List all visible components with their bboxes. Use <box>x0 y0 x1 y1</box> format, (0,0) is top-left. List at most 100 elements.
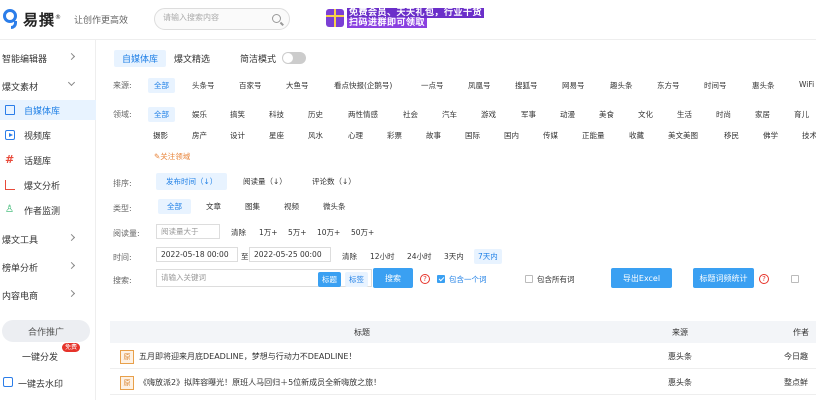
field-chip[interactable]: 动漫 <box>560 109 575 120</box>
field-chip[interactable]: 故事 <box>426 130 441 141</box>
time-opt[interactable]: 7天内 <box>474 249 502 264</box>
field-chip[interactable]: 历史 <box>308 109 323 120</box>
sort-chip[interactable]: 发布时间（↓） <box>156 173 228 190</box>
read-opt[interactable]: 5万+ <box>288 227 307 238</box>
seg-tag[interactable]: 标签 <box>345 272 368 287</box>
field-chip[interactable]: 游戏 <box>481 109 496 120</box>
field-chip[interactable]: 军事 <box>521 109 536 120</box>
source-chip[interactable]: 网易号 <box>562 80 585 91</box>
field-chip[interactable]: 星座 <box>269 130 284 141</box>
table-row[interactable]: 原 《嗨放派2》拟阵容曝光！原班人马回归＋5位新成员全新嗨放之旅！ 惠头条 整点… <box>110 371 816 395</box>
sidebar-item-video-library[interactable]: 视频库 <box>0 125 96 145</box>
field-chip[interactable]: 社会 <box>403 109 418 120</box>
row-title[interactable]: 《嗨放派2》拟阵容曝光！原班人马回归＋5位新成员全新嗨放之旅！ <box>139 377 381 388</box>
simple-mode-toggle[interactable] <box>282 52 307 64</box>
field-chip[interactable]: 彩票 <box>387 130 402 141</box>
remove-watermark[interactable]: 一键去水印 <box>18 377 63 390</box>
field-chip[interactable]: 家居 <box>755 109 770 120</box>
tab-hot-picks[interactable]: 爆文精选 <box>166 50 218 67</box>
sidebar-item-tools[interactable]: 爆文工具 <box>0 229 96 249</box>
field-chip[interactable]: 技术 <box>802 130 816 141</box>
time-start-input[interactable]: 2022-05-18 00:00 <box>156 247 238 262</box>
logo[interactable]: 易撰® <box>2 6 62 32</box>
table-row[interactable]: 原 五月即将迎来月底DEADLINE，梦想与行动力不DEADLINE！ 惠头条 … <box>110 345 816 369</box>
global-search-input[interactable] <box>163 13 263 22</box>
search-button[interactable]: 搜索 <box>373 268 413 288</box>
extra-checkbox[interactable] <box>791 275 799 283</box>
time-end-input[interactable]: 2022-05-25 00:00 <box>249 247 331 262</box>
promo-banner[interactable]: 免费会员、天天礼包，行业干货 扫码进群即可领取 <box>326 6 485 30</box>
help-icon[interactable]: ? <box>759 274 769 284</box>
search-icon[interactable] <box>272 14 281 23</box>
field-chip[interactable]: 科技 <box>269 109 284 120</box>
type-chip[interactable]: 视频 <box>284 201 299 212</box>
field-chip[interactable]: 传媒 <box>543 130 558 141</box>
field-chip[interactable]: 娱乐 <box>192 109 207 120</box>
field-chip[interactable]: 风水 <box>308 130 323 141</box>
type-chip[interactable]: 图集 <box>245 201 260 212</box>
source-chip[interactable]: 头条号 <box>192 80 215 91</box>
field-chip[interactable]: 移民 <box>724 130 739 141</box>
seg-title[interactable]: 标题 <box>318 272 341 287</box>
sidebar-item-topic-library[interactable]: # 话题库 <box>0 150 96 170</box>
field-chip[interactable]: 房产 <box>192 130 207 141</box>
field-chip[interactable]: 时尚 <box>716 109 731 120</box>
source-chip[interactable]: 凤凰号 <box>468 80 491 91</box>
sidebar-item-media-library[interactable]: 自媒体库 <box>0 100 96 120</box>
type-chip[interactable]: 微头条 <box>323 201 346 212</box>
help-icon[interactable]: ? <box>420 274 430 284</box>
time-clear[interactable]: 清除 <box>342 251 357 262</box>
source-chip[interactable]: 时间号 <box>704 80 727 91</box>
sidebar-item-materials[interactable]: 爆文素材 <box>0 76 96 96</box>
row-author[interactable]: 整点鲜 <box>784 377 808 388</box>
coop-button[interactable]: 合作推广 <box>2 320 90 342</box>
sidebar-item-editor[interactable]: 智能编辑器 <box>0 48 96 68</box>
sidebar-item-ecommerce[interactable]: 内容电商 <box>0 285 96 305</box>
field-chip[interactable]: 设计 <box>230 130 245 141</box>
field-chip[interactable]: 正能量 <box>582 130 605 141</box>
field-chip[interactable]: 心理 <box>348 130 363 141</box>
field-chip[interactable]: 汽车 <box>442 109 457 120</box>
sidebar-item-author-monitor[interactable]: ♙ 作者监测 <box>0 200 96 220</box>
type-chip[interactable]: 文章 <box>206 201 221 212</box>
row-title[interactable]: 五月即将迎来月底DEADLINE，梦想与行动力不DEADLINE！ <box>139 351 356 362</box>
read-opt[interactable]: 50万+ <box>351 227 374 238</box>
source-chip[interactable]: 搜狐号 <box>515 80 538 91</box>
read-count-input[interactable]: 阅读量大于 <box>156 224 220 239</box>
tab-media-library[interactable]: 自媒体库 <box>114 49 167 67</box>
time-opt[interactable]: 12小时 <box>370 251 395 262</box>
sort-chip[interactable]: 评论数（↓） <box>312 176 356 187</box>
field-chip[interactable]: 全部 <box>148 107 175 122</box>
include-all-checkbox[interactable] <box>525 275 533 283</box>
field-chip[interactable]: 两性情感 <box>348 109 378 120</box>
field-chip[interactable]: 收藏 <box>629 130 644 141</box>
field-chip[interactable]: 国内 <box>504 130 519 141</box>
title-freq-button[interactable]: 标题词频统计 <box>693 268 754 288</box>
source-chip[interactable]: 全部 <box>148 78 175 93</box>
read-clear[interactable]: 清除 <box>231 227 246 238</box>
type-chip[interactable]: 全部 <box>158 199 191 214</box>
field-chip[interactable]: 文化 <box>638 109 653 120</box>
source-chip[interactable]: 东方号 <box>657 80 680 91</box>
row-author[interactable]: 今日趣 <box>784 351 808 362</box>
time-opt[interactable]: 3天内 <box>444 251 464 262</box>
sort-chip[interactable]: 阅读量（↓） <box>243 176 287 187</box>
field-chip[interactable]: 生活 <box>677 109 692 120</box>
field-chip[interactable]: 国际 <box>465 130 480 141</box>
source-chip[interactable]: 看点快报(企鹅号) <box>334 80 392 91</box>
field-chip[interactable]: 美文美图 <box>668 130 698 141</box>
read-opt[interactable]: 1万+ <box>259 227 278 238</box>
export-excel-button[interactable]: 导出Excel <box>611 268 672 288</box>
sidebar-item-analysis[interactable]: 爆文分析 <box>0 175 96 195</box>
sidebar-item-rankings[interactable]: 榜单分析 <box>0 257 96 277</box>
follow-field-link[interactable]: ✎关注领域 <box>154 151 190 162</box>
one-click-publish[interactable]: 一键分发 <box>22 350 58 363</box>
source-chip[interactable]: 惠头条 <box>752 80 775 91</box>
field-chip[interactable]: 美食 <box>599 109 614 120</box>
field-chip[interactable]: 育儿 <box>794 109 809 120</box>
source-chip[interactable]: 百家号 <box>239 80 262 91</box>
field-chip[interactable]: 搞笑 <box>230 109 245 120</box>
field-chip[interactable]: 佛学 <box>763 130 778 141</box>
time-opt[interactable]: 24小时 <box>407 251 432 262</box>
field-chip[interactable]: 摄影 <box>153 130 168 141</box>
